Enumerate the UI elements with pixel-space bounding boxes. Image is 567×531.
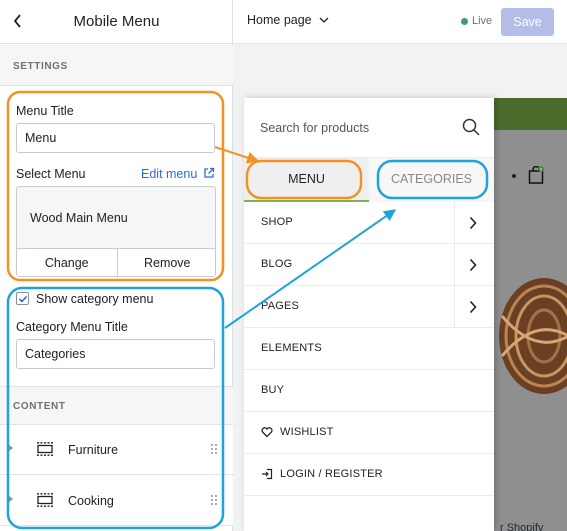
- drag-handle-icon[interactable]: [210, 443, 218, 455]
- preview-dot: [512, 174, 516, 178]
- live-status-label: Live: [472, 15, 493, 27]
- category-title-input[interactable]: Categories: [16, 339, 215, 369]
- sidebar-header: Mobile Menu: [0, 0, 233, 44]
- chevron-right-icon[interactable]: [469, 300, 477, 314]
- page-select-value: Home page: [247, 13, 312, 27]
- item-separator: [454, 244, 455, 286]
- section-block-icon: [37, 442, 53, 456]
- expand-caret-icon[interactable]: [8, 495, 13, 503]
- checkmark-icon: [18, 295, 28, 303]
- selected-menu-name: Wood Main Menu: [30, 211, 128, 225]
- item-separator: [454, 286, 455, 328]
- content-section-header: CONTENT: [0, 386, 233, 425]
- drawer-item-label: BUY: [261, 384, 285, 396]
- search-icon[interactable]: [462, 118, 480, 136]
- save-button[interactable]: Save: [501, 8, 554, 36]
- menu-box-actions: Change Remove: [17, 248, 216, 276]
- drawer-item-login-register[interactable]: LOGIN / REGISTER: [244, 454, 494, 496]
- live-status-dot: [461, 18, 468, 25]
- menu-title-input[interactable]: Menu: [16, 123, 215, 153]
- settings-section-header: SETTINGS: [0, 45, 233, 86]
- page-select-dropdown[interactable]: Home page: [247, 13, 329, 27]
- expand-caret-icon[interactable]: [8, 444, 13, 452]
- drawer-item-label: LOGIN / REGISTER: [280, 468, 383, 480]
- drawer-item-label: ELEMENTS: [261, 342, 322, 354]
- heart-icon: [261, 427, 273, 438]
- external-link-icon[interactable]: [203, 167, 215, 179]
- drawer-item-label: SHOP: [261, 216, 293, 228]
- shopping-bag-icon[interactable]: 0: [528, 166, 544, 184]
- product-image: [499, 278, 567, 394]
- editor-sidebar: Mobile Menu SETTINGS Menu Title Menu Sel…: [0, 0, 233, 531]
- drawer-item-label: BLOG: [261, 258, 293, 270]
- drawer-item-blog[interactable]: BLOG: [244, 244, 494, 286]
- drawer-item-wishlist[interactable]: WISHLIST: [244, 412, 494, 454]
- drawer-item-pages[interactable]: PAGES: [244, 286, 494, 328]
- edit-menu-link[interactable]: Edit menu: [141, 167, 197, 181]
- item-separator: [454, 202, 455, 244]
- drawer-item-buy[interactable]: BUY: [244, 370, 494, 412]
- preview-announcement-bar: [494, 98, 567, 130]
- chevron-right-icon[interactable]: [469, 216, 477, 230]
- drawer-tab-row: MENU CATEGORIES: [244, 158, 494, 202]
- drawer-item-elements[interactable]: ELEMENTS: [244, 328, 494, 370]
- selected-menu-box: Wood Main Menu Change Remove: [16, 186, 216, 277]
- drawer-search-bar[interactable]: Search for products: [244, 98, 494, 158]
- content-item-furniture[interactable]: Furniture: [0, 425, 233, 475]
- drawer-item-label: WISHLIST: [280, 426, 334, 438]
- menu-title-label: Menu Title: [16, 104, 74, 118]
- sidebar-title: Mobile Menu: [73, 13, 160, 30]
- chevron-down-icon: [319, 17, 329, 23]
- settings-section-label: SETTINGS: [13, 61, 68, 72]
- content-item-label: Furniture: [68, 443, 119, 457]
- change-menu-button[interactable]: Change: [17, 249, 118, 276]
- login-icon: [262, 468, 273, 480]
- mobile-menu-drawer: Search for products MENU CATEGORIES SHOP…: [244, 98, 494, 531]
- category-title-label: Category Menu Title: [16, 320, 128, 334]
- editor-topbar: Home page Live Save: [233, 0, 567, 44]
- search-placeholder: Search for products: [260, 121, 370, 135]
- drawer-item-shop[interactable]: SHOP: [244, 202, 494, 244]
- content-section-label: CONTENT: [13, 401, 66, 412]
- drag-handle-icon[interactable]: [210, 494, 218, 506]
- tab-menu[interactable]: MENU: [244, 158, 369, 202]
- show-category-label: Show category menu: [36, 292, 154, 306]
- show-category-checkbox[interactable]: [16, 292, 29, 305]
- remove-menu-button[interactable]: Remove: [118, 249, 216, 276]
- select-menu-label: Select Menu: [16, 167, 86, 181]
- tab-categories[interactable]: CATEGORIES: [369, 158, 494, 202]
- chevron-right-icon[interactable]: [469, 258, 477, 272]
- content-item-cooking[interactable]: Cooking: [0, 476, 233, 526]
- drawer-item-label: PAGES: [261, 300, 300, 312]
- section-block-icon: [37, 493, 53, 507]
- preview-footer-text: r Shopify: [500, 522, 544, 531]
- content-item-label: Cooking: [68, 494, 114, 508]
